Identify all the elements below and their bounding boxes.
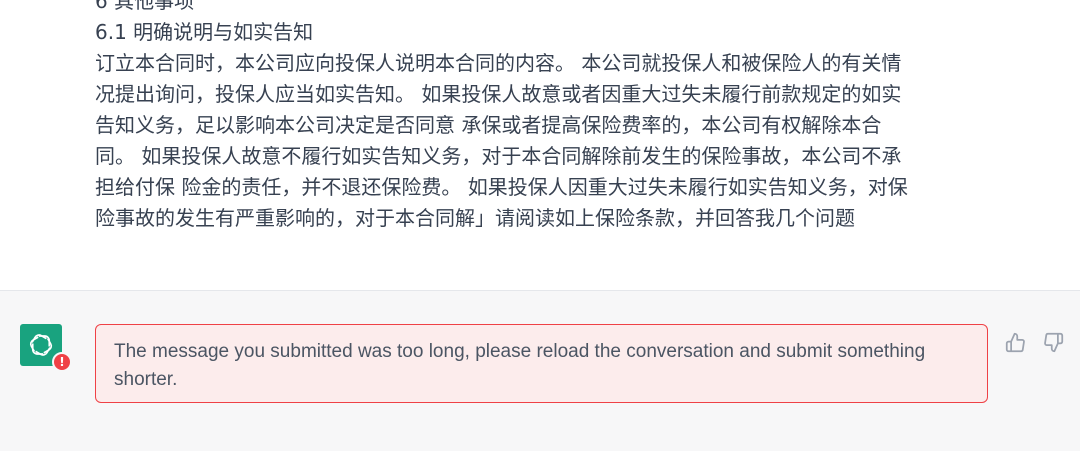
user-message-line: 同。 如果投保人故意不履行如实告知义务，对于本合同解除前发生的保险事故，本公司不…	[95, 144, 902, 168]
error-message-text: The message you submitted was too long, …	[114, 341, 926, 390]
user-message-line: 告知义务，足以影响本公司决定是否同意 承保或者提高保险费率的，本公司有权解除本合	[95, 113, 882, 137]
user-message-line: 6 其他事项	[95, 0, 195, 13]
user-message-text: 6 其他事项 6.1 明确说明与如实告知 订立本合同时，本公司应向投保人说明本合…	[95, 0, 995, 234]
user-message-line: 订立本合同时，本公司应向投保人说明本合同的内容。 本公司就投保人和被保险人的有关…	[95, 51, 902, 75]
user-message-line: 担给付保 险金的责任，并不退还保险费。 如果投保人因重大过失未履行如实告知义务，…	[95, 175, 908, 199]
assistant-message: ! The message you submitted was too long…	[0, 291, 1080, 451]
thumbs-down-button[interactable]	[1042, 331, 1064, 353]
thumbs-up-button[interactable]	[1004, 331, 1026, 353]
error-message: The message you submitted was too long, …	[95, 324, 988, 403]
user-message-line: 6.1 明确说明与如实告知	[95, 20, 314, 44]
error-badge-icon: !	[52, 352, 72, 372]
thumbs-down-icon	[1043, 332, 1063, 352]
chat-page: 6 其他事项 6.1 明确说明与如实告知 订立本合同时，本公司应向投保人说明本合…	[0, 0, 1080, 451]
user-message-line: 况提出询问，投保人应当如实告知。 如果投保人故意或者因重大过失未履行前款规定的如…	[95, 82, 902, 106]
user-message-line: 险事故的发生有严重影响的，对于本合同解」请阅读如上保险条款，并回答我几个问题	[95, 206, 855, 230]
thumbs-up-icon	[1005, 332, 1025, 352]
user-message: 6 其他事项 6.1 明确说明与如实告知 订立本合同时，本公司应向投保人说明本合…	[0, 0, 1080, 290]
openai-logo-icon	[29, 334, 53, 356]
